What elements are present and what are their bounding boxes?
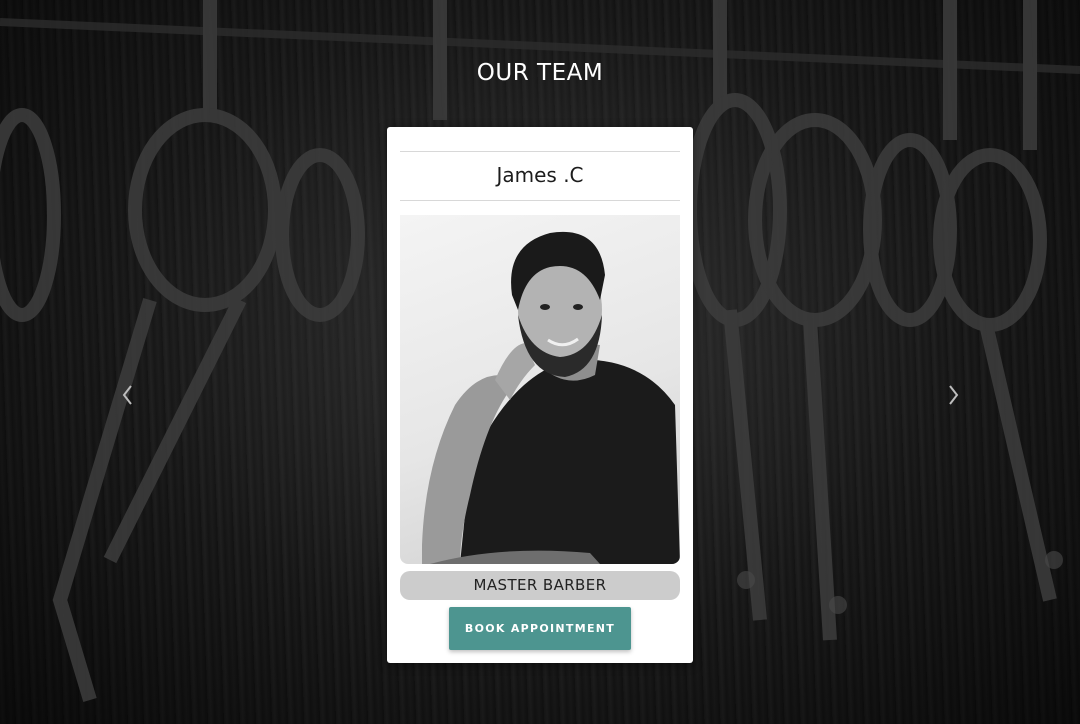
member-photo [400, 215, 680, 564]
divider [400, 200, 680, 201]
chevron-left-icon [122, 385, 132, 405]
member-name: James .C [496, 163, 584, 187]
section-title: OUR TEAM [476, 60, 604, 86]
book-appointment-button[interactable]: BOOK APPOINTMENT [449, 607, 631, 650]
team-member-card: James .C MASTER BARBER BOOK APPOINTMENT [387, 127, 693, 663]
carousel-prev-button[interactable] [116, 381, 140, 409]
role-badge: MASTER BARBER [400, 571, 680, 600]
team-section: OUR TEAM James .C MASTER BARBER BOOK APP… [0, 0, 1080, 724]
carousel-next-button[interactable] [941, 381, 965, 409]
portrait-image [422, 231, 680, 564]
chevron-right-icon [949, 385, 959, 405]
divider [400, 151, 680, 152]
